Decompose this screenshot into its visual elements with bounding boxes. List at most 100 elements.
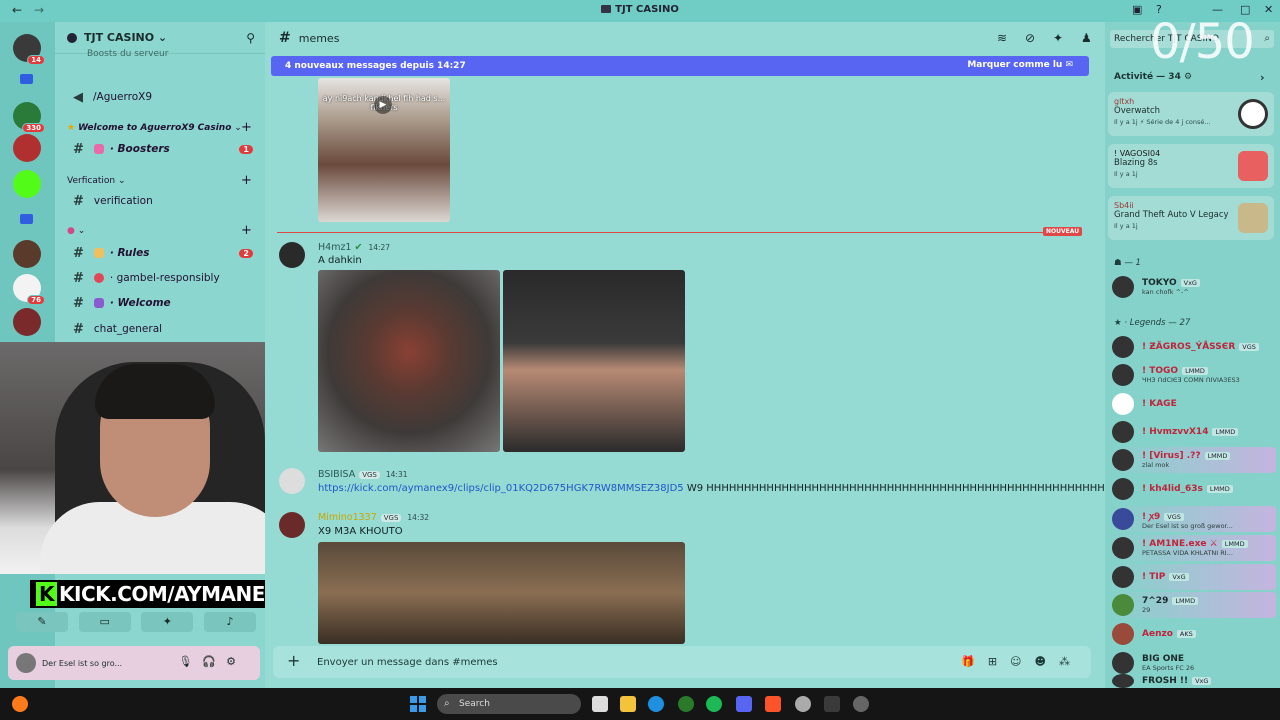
server-icon[interactable]: 14 [13, 34, 45, 65]
channel-header: # memes ≋ ⊘ ✦ ♟ [265, 22, 1105, 54]
xbox-icon[interactable] [678, 696, 694, 712]
boosts-label[interactable]: Boosts du serveur [87, 49, 168, 59]
channel-boosters[interactable]: # · Boosters 1 [63, 138, 261, 160]
video-attachment[interactable]: ay ni9ach kandkhel fih had s... flkhers … [318, 78, 450, 222]
message-author[interactable]: Mimino1337 VGS 14:32 [318, 512, 429, 523]
member-item[interactable]: Aenzo AKS [1112, 621, 1276, 647]
activities-icon[interactable]: ✦ [141, 612, 194, 632]
play-icon[interactable]: ▶ [374, 96, 392, 114]
discord-icon[interactable] [736, 696, 752, 712]
channel-gambel-responsibly[interactable]: # · gambel-responsibly [63, 267, 261, 289]
chevron-down-icon: ⌄ [154, 31, 168, 44]
image-attachment[interactable] [503, 270, 685, 452]
composer-tools-icon[interactable]: 🎁⊞☺☻⁂ [961, 655, 1083, 668]
settings-app-icon[interactable] [795, 696, 811, 712]
stake-server-icon[interactable]: 76 [13, 274, 45, 305]
member-item[interactable]: ! kh4lid_63s LMMD [1112, 476, 1276, 502]
member-item[interactable]: ! ꭗ9 VGS Der Esel ist so groß gewor... [1112, 506, 1276, 532]
channel-welcome[interactable]: # · Welcome [63, 292, 261, 314]
avatar[interactable] [279, 512, 305, 538]
file-explorer-icon[interactable] [620, 696, 636, 712]
avatar[interactable] [16, 653, 36, 673]
edge-icon[interactable] [648, 696, 664, 712]
category-unnamed[interactable]: ● ⌄ + [67, 223, 252, 238]
add-channel-icon[interactable]: + [241, 223, 252, 238]
mute-icon[interactable]: ⊘ [1025, 31, 1035, 45]
members-icon[interactable]: ♟ [1081, 31, 1092, 45]
mark-read-button[interactable]: Marquer comme lu ✉ [967, 60, 1073, 70]
avatar [1112, 421, 1134, 443]
taskbar-search[interactable]: ⌕ Search [437, 694, 581, 714]
channel-rules[interactable]: # · Rules 2 [63, 242, 261, 264]
spotify-icon[interactable] [706, 696, 722, 712]
boost-emoji-icon [93, 144, 104, 154]
inbox-icon[interactable]: ▣ [1132, 3, 1142, 16]
avatar [1112, 652, 1134, 674]
add-channel-icon[interactable]: + [241, 120, 252, 135]
member-item[interactable]: 7^29 LMMD 29 [1112, 592, 1276, 618]
add-attachment-icon[interactable]: + [287, 651, 300, 670]
brave-icon[interactable] [765, 696, 781, 712]
folder-icon[interactable] [13, 206, 41, 234]
invite-user-icon[interactable]: ⚲ [246, 31, 255, 45]
channel-chat-general[interactable]: # chat_general [63, 318, 261, 340]
activity-card[interactable]: ! VAGOSI04 Blazing 8s Il y a 1j [1108, 144, 1274, 188]
folder-icon[interactable] [13, 66, 41, 94]
image-attachment[interactable] [318, 542, 685, 644]
activity-card[interactable]: Sb4ii Grand Theft Auto V Legacy Il y a 1… [1108, 196, 1274, 240]
soundboard-icon[interactable]: ♪ [203, 612, 256, 632]
user-controls-icon[interactable]: 🎙🎧⚙ [178, 655, 246, 668]
activity-card[interactable]: gltxh Overwatch Il y a 1j ⚡ Série de 4 j… [1108, 92, 1274, 136]
clip-link[interactable]: https://kick.com/aymanex9/clips/clip_01K… [318, 483, 684, 494]
message-author[interactable]: BSIBISA VGS 14:31 [318, 469, 408, 480]
windows-start-icon[interactable] [410, 696, 426, 712]
search-icon[interactable]: ⌕ [1264, 30, 1270, 48]
server-icon[interactable]: 330 [13, 102, 45, 133]
user-panel[interactable]: Der Esel ist so gro... 🎙🎧⚙ [8, 646, 260, 680]
new-messages-divider: NOUVEAU [277, 227, 1083, 236]
kick-server-icon[interactable] [13, 170, 41, 198]
member-item[interactable]: ! [Virus] .?? LMMD zlal mok [1112, 447, 1276, 473]
member-item[interactable]: ! TOGO LMMD ЧНЗ ՈdCIЄƎ ⅭOMN ՈIVIA3ES3 [1112, 362, 1276, 388]
verified-icon: ✔ [354, 242, 363, 253]
message-input[interactable]: + Envoyer un message dans #memes 🎁⊞☺☻⁂ [273, 646, 1091, 678]
category-verfication[interactable]: Verfication ⌄ + [67, 173, 252, 188]
avatar [1112, 478, 1134, 500]
member-item[interactable]: ! HvmzvvX14 LMMD [1112, 419, 1276, 445]
chevron-right-icon[interactable]: › [1260, 71, 1265, 84]
server-icon[interactable] [13, 240, 41, 268]
category-welcome[interactable]: ★ Welcome to AguerroX9 Casino ⌄ + [67, 120, 252, 135]
member-item[interactable]: TOKYO VxG kan chofk ^-^ [1112, 274, 1276, 300]
task-view-icon[interactable] [592, 696, 608, 712]
member-item[interactable]: ! TIP VxG [1112, 564, 1276, 590]
server-icon[interactable] [13, 134, 41, 162]
avatar [1112, 449, 1134, 471]
app-icon[interactable] [824, 696, 840, 712]
member-item[interactable]: BIG ONE EA Sports FC 26 [1112, 650, 1276, 676]
member-item[interactable]: FROSH !! VxG [1112, 674, 1276, 688]
channel-verification[interactable]: # verification [63, 190, 261, 212]
new-messages-bar[interactable]: 4 nouveaux messages depuis 14:27 Marquer… [271, 56, 1089, 76]
server-icon[interactable] [13, 308, 41, 336]
obs-icon[interactable] [853, 696, 869, 712]
threads-icon[interactable]: ≋ [997, 31, 1007, 45]
avatar[interactable] [279, 242, 305, 268]
browser-app-icon[interactable] [12, 696, 28, 712]
pin-icon[interactable]: ✦ [1053, 31, 1063, 45]
channel-title: memes [298, 31, 340, 45]
channel-aguerrox9[interactable]: ◀/AguerroX9 [63, 86, 261, 108]
server-icon [67, 32, 77, 43]
member-item[interactable]: ! ƵÄGROS_ÝÅSSЄR VGS [1112, 334, 1276, 360]
image-attachment[interactable] [318, 270, 500, 452]
avatar [1112, 364, 1134, 386]
avatar[interactable] [279, 468, 305, 494]
message-text: A dahkin [318, 255, 362, 266]
member-item[interactable]: ! KAGE [1112, 391, 1276, 417]
message-author[interactable]: H4mz1 ✔ 14:27 [318, 242, 390, 253]
close-icon[interactable]: ✕ [1264, 3, 1273, 16]
add-channel-icon[interactable]: + [241, 173, 252, 188]
member-item[interactable]: ! AM1NE.exe ⚔ LMMD PETASSA VIDA KHLATNI RI… [1112, 535, 1276, 561]
screen-share-icon[interactable]: ▭ [78, 612, 131, 632]
hash-icon: # [73, 270, 84, 286]
camera-off-icon[interactable]: ✎ [16, 612, 68, 632]
